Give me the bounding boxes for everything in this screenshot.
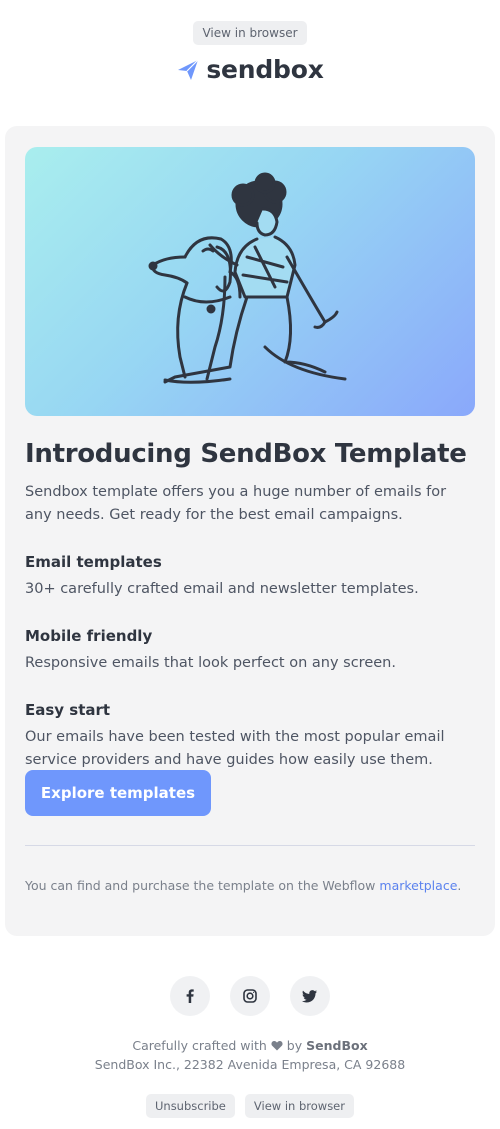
marketplace-note: You can find and purchase the template o…	[25, 876, 475, 896]
company-address: SendBox Inc., 22382 Avenida Empresa, CA …	[94, 1057, 406, 1072]
logo-text: sendbox	[206, 55, 324, 84]
feature-title: Easy start	[25, 701, 111, 719]
facebook-icon	[186, 989, 194, 1003]
lead-paragraph: Sendbox template offers you a huge numbe…	[25, 484, 447, 523]
heart-icon	[271, 1040, 283, 1051]
view-in-browser-link[interactable]: View in browser	[193, 21, 307, 45]
social-links	[0, 976, 500, 1016]
feature-text: Responsive emails that look perfect on a…	[25, 655, 396, 671]
brand-name: SendBox	[306, 1038, 368, 1053]
feature-title: Mobile friendly	[25, 627, 153, 645]
content-section: Introducing SendBox Template Sendbox tem…	[25, 435, 475, 772]
footer-links: Unsubscribe View in browser	[0, 1094, 500, 1118]
crafted-by: by	[286, 1038, 303, 1053]
feature-title: Email templates	[25, 553, 162, 571]
woman-with-dog-illustration	[148, 172, 347, 384]
view-in-browser-footer-link[interactable]: View in browser	[244, 1094, 354, 1118]
email-header: View in browser sendbox	[0, 0, 500, 84]
crafted-prefix: Carefully crafted with	[132, 1038, 267, 1053]
feature-text: Our emails have been tested with the mos…	[25, 729, 445, 768]
unsubscribe-link[interactable]: Unsubscribe	[145, 1094, 235, 1118]
crafted-line: Carefully crafted with by SendBox	[0, 1036, 500, 1055]
instagram-icon	[243, 989, 257, 1003]
note-suffix: .	[457, 878, 462, 893]
instagram-button[interactable]	[230, 976, 270, 1016]
explore-templates-button[interactable]: Explore templates	[25, 770, 211, 816]
paper-plane-icon	[178, 59, 199, 80]
footer: Carefully crafted with by SendBox SendBo…	[0, 1036, 500, 1074]
page-title: Introducing SendBox Template	[25, 439, 467, 469]
marketplace-link[interactable]: marketplace	[379, 878, 457, 893]
twitter-icon	[302, 990, 317, 1003]
note-prefix: You can find and purchase the template o…	[25, 878, 380, 893]
twitter-button[interactable]	[290, 976, 330, 1016]
facebook-button[interactable]	[170, 976, 210, 1016]
main-card: Introducing SendBox Template Sendbox tem…	[5, 126, 495, 936]
hero-illustration	[25, 147, 475, 416]
divider	[25, 845, 475, 846]
feature-text: 30+ carefully crafted email and newslett…	[25, 581, 419, 597]
sendbox-logo[interactable]: sendbox	[0, 55, 500, 84]
